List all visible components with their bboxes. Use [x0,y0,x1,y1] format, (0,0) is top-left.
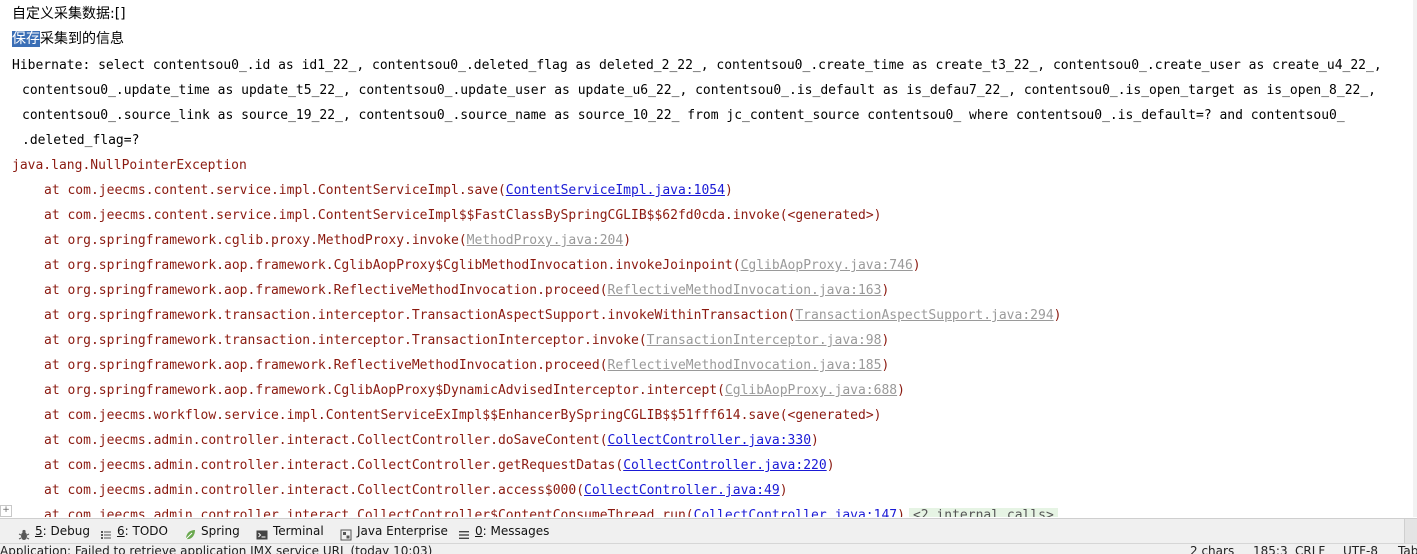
tool-window-spring[interactable]: Spring [184,519,240,543]
spring-leaf-icon [184,525,196,540]
stack-frame-line: at com.jeecms.admin.controller.interact.… [44,503,1058,517]
selected-text[interactable]: 保存 [12,31,40,47]
tool-window-messages[interactable]: 0: Messages [458,519,549,543]
internal-calls-fold[interactable]: <2 internal calls> [908,508,1058,517]
source-file-link[interactable]: CollectController.java:49 [584,483,780,498]
source-file-link[interactable]: CollectController.java:147 [694,508,898,517]
console-text: 采集到的信息 [40,31,124,47]
todo-list-icon [100,525,112,539]
stack-frame-method: at org.springframework.aop.framework.Ref… [44,283,608,298]
stack-frame-method: at org.springframework.cglib.proxy.Metho… [44,233,467,248]
fold-plus-icon[interactable]: + [0,505,12,517]
generated-source: <generated> [787,408,874,423]
source-file-link[interactable]: CollectController.java:330 [608,433,812,448]
stack-frame-suffix: ) [873,208,882,223]
stack-frame-method: at org.springframework.aop.framework.Ref… [44,358,608,373]
stack-frame-method: at org.springframework.aop.framework.Cgl… [44,258,741,273]
source-file-link[interactable]: CollectController.java:220 [623,458,827,473]
shortcut-key: 0 [475,524,483,538]
source-file-link[interactable]: ReflectiveMethodInvocation.java:185 [608,358,882,373]
java-enterprise-icon [340,525,352,541]
stack-frame-line: at org.springframework.aop.framework.Ref… [44,278,889,303]
messages-icon [458,525,470,539]
stack-frame-method: at com.jeecms.content.service.impl.Conte… [44,183,506,198]
source-file-link[interactable]: ContentServiceImpl.java:1054 [506,183,725,198]
tool-window-debug[interactable]: 5: Debug [18,519,90,543]
stack-frame-suffix: ) [811,433,819,448]
stack-frame-suffix: ) [779,483,788,498]
generated-source: <generated> [787,208,874,223]
source-file-link[interactable]: ReflectiveMethodInvocation.java:163 [608,283,882,298]
console-output[interactable]: 自定义采集数据:[] 保存采集到的信息 Hibernate: select co… [0,0,1417,517]
stack-frame-line: at org.springframework.transaction.inter… [44,303,1061,328]
stack-frame-suffix: ) [881,358,890,373]
stack-frame-suffix: ) [881,283,890,298]
stack-frame-suffix: ) [1053,308,1062,323]
stack-frame-method: at org.springframework.transaction.inter… [44,308,796,323]
stack-frame-method: at com.jeecms.admin.controller.interact.… [44,508,694,517]
tool-window-bar: 5: Debug 6: TODO Spring Terminal Java En… [0,518,1417,543]
stack-frame-line: at com.jeecms.admin.controller.interact.… [44,478,788,503]
stack-frame-suffix: ) [897,383,905,398]
terminal-icon [256,525,268,540]
console-line-custom-data: 自定义采集数据:[] [12,6,126,22]
stack-frame-suffix: ) [912,258,921,273]
stack-frame-line: at org.springframework.transaction.inter… [44,328,889,353]
hibernate-sql-line: .deleted_flag=? [22,133,140,148]
stack-frame-line: at com.jeecms.admin.controller.interact.… [44,453,835,478]
stack-frame-line: at com.jeecms.content.service.impl.Conte… [44,203,881,228]
tool-window-label: : Debug [42,524,90,538]
stack-frame-line: at org.springframework.aop.framework.Cgl… [44,378,905,403]
stack-frame-suffix: ) [897,508,905,517]
shortcut-key: 6 [117,524,125,538]
stack-frame-suffix: ) [724,183,733,198]
stack-frame-method: at com.jeecms.workflow.service.impl.Cont… [44,408,788,423]
stack-frame-line: at com.jeecms.content.service.impl.Conte… [44,178,733,203]
console-line-save-info: 保存采集到的信息 [12,27,124,52]
tool-window-label: Terminal [273,524,324,538]
tool-window-label: Spring [201,524,240,538]
hibernate-sql-line: contentsou0_.update_time as update_t5_22… [22,83,1377,98]
stack-frame-line: at org.springframework.aop.framework.Cgl… [44,253,921,278]
exception-line: java.lang.NullPointerException [12,158,247,173]
source-file-link[interactable]: CglibAopProxy.java:688 [725,383,897,398]
scrollbar[interactable] [1413,0,1417,517]
source-file-link[interactable]: TransactionAspectSupport.java:294 [795,308,1053,323]
tool-window-terminal[interactable]: Terminal [256,519,324,543]
side-panel-toggle[interactable] [1404,519,1417,543]
stack-frame-suffix: ) [881,333,890,348]
stack-frame-method: at com.jeecms.admin.controller.interact.… [44,458,624,473]
stack-frame-suffix: ) [826,458,835,473]
stack-frame-suffix: ) [623,233,632,248]
stack-frame-method: at org.springframework.transaction.inter… [44,333,647,348]
stack-frame-method: at com.jeecms.admin.controller.interact.… [44,483,585,498]
tool-window-label: : TODO [124,524,168,538]
tool-window-label: : Messages [482,524,550,538]
source-file-link[interactable]: TransactionInterceptor.java:98 [647,333,882,348]
stack-frame-line: at org.springframework.cglib.proxy.Metho… [44,228,631,253]
stack-frame-method: at com.jeecms.content.service.impl.Conte… [44,208,788,223]
tool-window-java-enterprise[interactable]: Java Enterprise [340,519,448,543]
status-bar: Application: Failed to retrieve applicat… [0,543,1417,554]
source-file-link[interactable]: CglibAopProxy.java:746 [741,258,913,273]
stack-frame-line: at com.jeecms.admin.controller.interact.… [44,428,819,453]
source-file-link[interactable]: MethodProxy.java:204 [467,233,624,248]
hibernate-sql-line: Hibernate: select contentsou0_.id as id1… [12,58,1382,73]
tool-window-label: Java Enterprise [357,524,448,538]
tool-window-todo[interactable]: 6: TODO [100,519,168,543]
shortcut-key: 5 [35,524,43,538]
stack-frame-method: at org.springframework.aop.framework.Cgl… [44,383,725,398]
stack-frame-line: at com.jeecms.workflow.service.impl.Cont… [44,403,881,428]
hibernate-sql-line: contentsou0_.source_link as source_19_22… [22,108,1345,123]
stack-frame-method: at com.jeecms.admin.controller.interact.… [44,433,608,448]
stack-frame-line: at org.springframework.aop.framework.Ref… [44,353,889,378]
stack-frame-suffix: ) [873,408,882,423]
bug-icon [18,525,30,540]
